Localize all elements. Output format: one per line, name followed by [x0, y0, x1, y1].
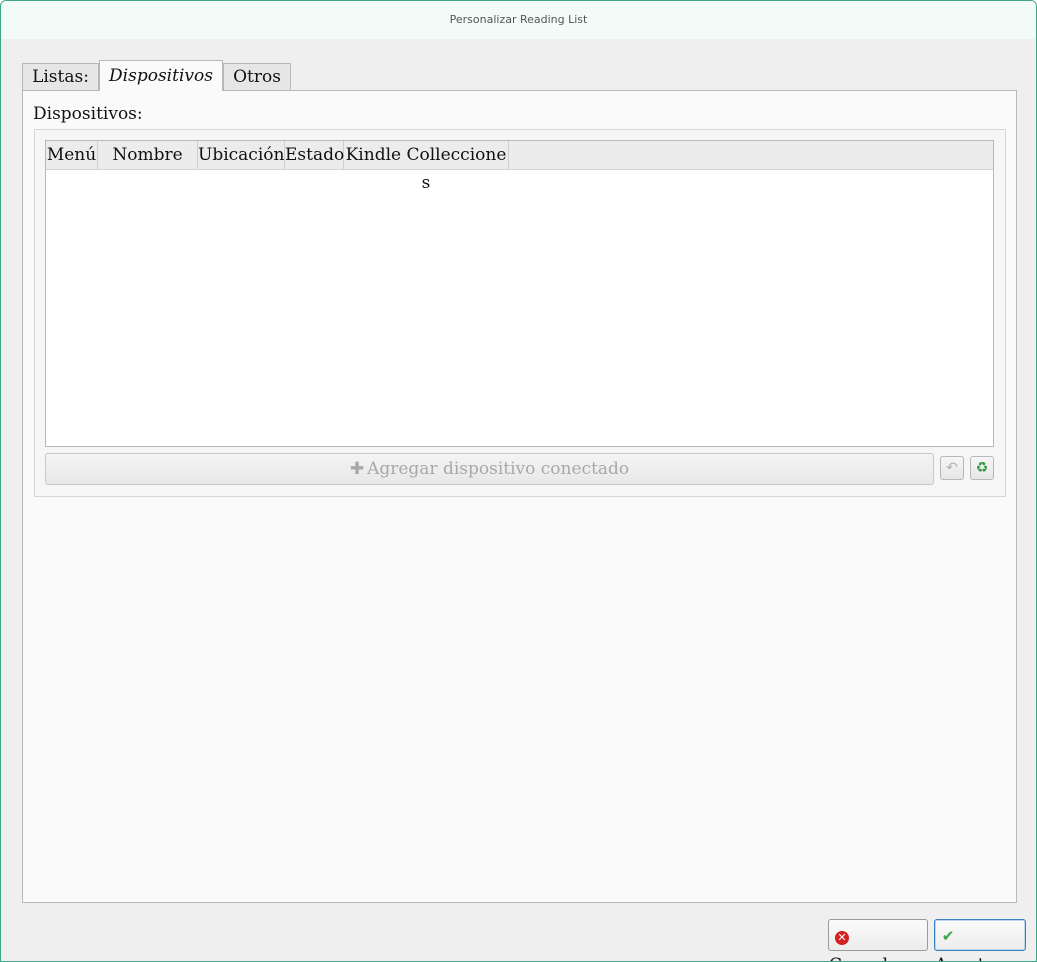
accept-label-rest: ceptar — [947, 955, 1003, 961]
column-header-menu[interactable]: Menú — [46, 141, 98, 169]
recycle-button[interactable]: ♻ — [970, 456, 994, 480]
recycle-icon: ♻ — [975, 460, 989, 476]
add-device-label: Agregar dispositivo conectado — [367, 459, 630, 479]
window-title: Personalizar Reading List — [449, 13, 588, 26]
tab-dispositivos[interactable]: Dispositivos — [99, 60, 223, 91]
undo-button[interactable]: ↶ — [940, 456, 964, 480]
check-icon: ✔ — [941, 927, 955, 945]
devices-section-label: Dispositivos: — [33, 104, 143, 124]
tab-otros[interactable]: Otros — [223, 63, 291, 90]
title-bar: Personalizar Reading List — [1, 1, 1036, 39]
column-header-kindle-colecciones[interactable]: Kindle Colleccione​s — [344, 141, 509, 193]
accept-button[interactable]: ✔ Aceptar — [934, 919, 1026, 961]
accept-mnemonic: A — [935, 955, 947, 961]
cancel-label-rest: ancelar — [842, 955, 906, 961]
cancel-icon: ✕ — [835, 931, 849, 945]
cancel-mnemonic: C — [829, 955, 842, 961]
column-header-estado[interactable]: Estado — [285, 141, 344, 169]
tab-listas[interactable]: Listas: — [22, 63, 99, 90]
plus-icon: ✚ — [349, 459, 365, 479]
dialog-window: Personalizar Reading List Listas: Dispos… — [0, 0, 1037, 962]
devices-table[interactable]: Menú Nombre Ubicación Estado Kindle Coll… — [45, 140, 994, 447]
add-connected-device-button[interactable]: ✚ Agregar dispositivo conectado — [45, 453, 934, 485]
table-header: Menú Nombre Ubicación Estado Kindle Coll… — [46, 141, 993, 193]
column-header-nombre[interactable]: Nombre — [98, 141, 198, 169]
undo-icon: ↶ — [946, 460, 958, 476]
column-header-ubicacion[interactable]: Ubicación — [198, 141, 285, 169]
cancel-button[interactable]: ✕ Cancelar — [828, 919, 928, 961]
